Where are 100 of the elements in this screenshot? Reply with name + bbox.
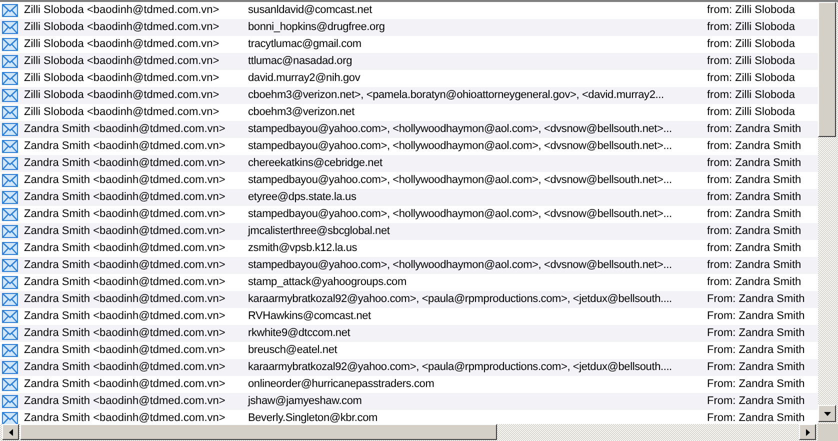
- envelope-icon: [2, 38, 18, 51]
- envelope-icon: [2, 361, 18, 374]
- scroll-down-button[interactable]: [818, 405, 836, 422]
- sender-cell-text: Zandra Smith <baodinh@tdmed.com.vn>: [24, 139, 226, 154]
- sender-cell-text: Zandra Smith <baodinh@tdmed.com.vn>: [24, 224, 226, 239]
- sender-cell-text: Zandra Smith <baodinh@tdmed.com.vn>: [24, 190, 226, 205]
- recipient-cell-text: stampedbayou@yahoo.com>, <hollywoodhaymon@aol.com>, <dvsnow@bellsouth.net>...: [248, 139, 673, 154]
- subject-cell-text: from: Zilli Sloboda: [707, 88, 796, 103]
- subject-cell-text: from: Zandra Smith: [707, 258, 802, 273]
- recipient-cell-text: bonni_hopkins@drugfree.org: [248, 20, 386, 35]
- envelope-icon: [2, 89, 18, 102]
- envelope-icon: [2, 55, 18, 68]
- scrollbar-thumb[interactable]: [818, 2, 836, 137]
- sender-cell-text: Zilli Sloboda <baodinh@tdmed.com.vn>: [24, 3, 220, 18]
- recipient-cell-text: tracytlumac@gmail.com: [248, 37, 362, 52]
- envelope-icon: [2, 191, 18, 204]
- envelope-icon: [2, 344, 18, 357]
- recipient-cell-text: jshaw@jamyeshaw.com: [248, 394, 363, 409]
- recipient-cell-text: chereekatkins@cebridge.net: [248, 156, 384, 171]
- envelope-icon: [2, 327, 18, 340]
- left-arrow-icon: [8, 428, 12, 436]
- subject-cell-text: from: Zilli Sloboda: [707, 105, 796, 120]
- subject-cell-text: from: Zilli Sloboda: [707, 3, 796, 18]
- subject-cell-text: from: Zilli Sloboda: [707, 71, 796, 86]
- recipient-cell-text: stampedbayou@yahoo.com>, <hollywoodhaymon@aol.com>, <dvsnow@bellsouth.net>...: [248, 173, 673, 188]
- sender-cell-text: Zilli Sloboda <baodinh@tdmed.com.vn>: [24, 71, 220, 86]
- subject-cell-text: from: Zandra Smith: [707, 207, 802, 222]
- vertical-scrollbar[interactable]: [818, 2, 838, 424]
- horizontal-scrollbar[interactable]: [0, 424, 818, 441]
- recipient-cell-text: stampedbayou@yahoo.com>, <hollywoodhaymon@aol.com>, <dvsnow@bellsouth.net>...: [248, 122, 673, 137]
- sender-cell-text: Zandra Smith <baodinh@tdmed.com.vn>: [24, 122, 226, 137]
- sender-cell-text: Zandra Smith <baodinh@tdmed.com.vn>: [24, 241, 226, 256]
- recipient-cell-text: etyree@dps.state.la.us: [248, 190, 358, 205]
- envelope-icon: [2, 310, 18, 323]
- subject-cell-text: from: Zilli Sloboda: [707, 54, 796, 69]
- subject-cell-text: from: Zandra Smith: [707, 122, 802, 137]
- sender-cell-text: Zandra Smith <baodinh@tdmed.com.vn>: [24, 207, 226, 222]
- envelope-icon: [2, 276, 18, 289]
- envelope-icon: [2, 72, 18, 85]
- recipient-cell-text: stampedbayou@yahoo.com>, <hollywoodhaymon@aol.com>, <dvsnow@bellsouth.net>...: [248, 207, 673, 222]
- sender-cell-text: Zandra Smith <baodinh@tdmed.com.vn>: [24, 258, 226, 273]
- recipient-cell-text: karaarmybratkozal92@yahoo.com>, <paula@rpmproductions.com>, <jetdux@bellsouth....: [248, 292, 673, 307]
- subject-cell-text: from: Zandra Smith: [707, 190, 802, 205]
- recipient-cell-text: zsmith@vpsb.k12.la.us: [248, 241, 358, 256]
- recipient-cell-text: stampedbayou@yahoo.com>, <hollywoodhaymon@aol.com>, <dvsnow@bellsouth.net>...: [248, 258, 673, 273]
- sender-cell-text: Zandra Smith <baodinh@tdmed.com.vn>: [24, 173, 226, 188]
- recipient-cell-text: breusch@eatel.net: [248, 343, 338, 358]
- envelope-icon: [2, 106, 18, 119]
- recipient-cell-text: david.murray2@nih.gov: [248, 71, 362, 86]
- recipient-cell-text: rkwhite9@dtccom.net: [248, 326, 352, 341]
- subject-cell-text: from: Zandra Smith: [707, 173, 802, 188]
- subject-cell-text: from: Zandra Smith: [707, 139, 802, 154]
- sender-cell-text: Zandra Smith <baodinh@tdmed.com.vn>: [24, 360, 226, 375]
- scroll-left-button[interactable]: [2, 424, 19, 440]
- sender-cell-text: Zandra Smith <baodinh@tdmed.com.vn>: [24, 326, 226, 341]
- sender-cell-text: Zilli Sloboda <baodinh@tdmed.com.vn>: [24, 88, 220, 103]
- subject-cell-text: From: Zandra Smith: [707, 343, 806, 358]
- envelope-icon: [2, 378, 18, 391]
- recipient-cell-text: karaarmybratkozal92@yahoo.com>, <paula@rpmproductions.com>, <jetdux@bellsouth....: [248, 360, 673, 375]
- scroll-right-button[interactable]: [799, 424, 816, 440]
- subject-cell-text: From: Zandra Smith: [707, 309, 806, 324]
- down-arrow-icon: [824, 412, 830, 416]
- sender-cell-text: Zandra Smith <baodinh@tdmed.com.vn>: [24, 343, 226, 358]
- envelope-icon: [2, 412, 18, 424]
- sender-cell-text: Zilli Sloboda <baodinh@tdmed.com.vn>: [24, 20, 220, 35]
- sender-cell-text: Zilli Sloboda <baodinh@tdmed.com.vn>: [24, 54, 220, 69]
- sender-cell-text: Zandra Smith <baodinh@tdmed.com.vn>: [24, 309, 226, 324]
- envelope-icon: [2, 123, 18, 136]
- recipient-cell-text: cboehm3@verizon.net: [248, 105, 356, 120]
- envelope-icon: [2, 174, 18, 187]
- envelope-icon: [2, 157, 18, 170]
- subject-cell-text: from: Zandra Smith: [707, 275, 802, 290]
- envelope-icon: [2, 259, 18, 272]
- subject-cell-text: From: Zandra Smith: [707, 377, 806, 392]
- subject-cell-text: From: Zandra Smith: [707, 326, 806, 341]
- sender-cell-text: Zandra Smith <baodinh@tdmed.com.vn>: [24, 156, 226, 171]
- recipient-cell-text: RVHawkins@comcast.net: [248, 309, 372, 324]
- subject-cell-text: from: Zilli Sloboda: [707, 37, 796, 52]
- recipient-cell-text: Beverly.Singleton@kbr.com: [248, 411, 378, 424]
- subject-cell-text: from: Zandra Smith: [707, 224, 802, 239]
- sender-cell-text: Zandra Smith <baodinh@tdmed.com.vn>: [24, 394, 226, 409]
- sender-cell-text: Zilli Sloboda <baodinh@tdmed.com.vn>: [24, 37, 220, 52]
- recipient-cell-text: cboehm3@verizon.net>, <pamela.boratyn@ohioattorneygeneral.gov>, <david.murray2...: [248, 88, 665, 103]
- subject-cell-text: from: Zandra Smith: [707, 241, 802, 256]
- subject-cell-text: From: Zandra Smith: [707, 411, 806, 424]
- subject-cell-text: From: Zandra Smith: [707, 394, 806, 409]
- scrollbar-thumb[interactable]: [20, 424, 497, 440]
- envelope-icon: [2, 4, 18, 17]
- envelope-icon: [2, 395, 18, 408]
- subject-cell-text: from: Zilli Sloboda: [707, 20, 796, 35]
- recipient-cell-text: stamp_attack@yahoogroups.com: [248, 275, 408, 290]
- subject-cell-text: from: Zandra Smith: [707, 156, 802, 171]
- recipient-cell-text: jmcalisterthree@sbcglobal.net: [248, 224, 391, 239]
- envelope-icon: [2, 208, 18, 221]
- sender-cell-text: Zandra Smith <baodinh@tdmed.com.vn>: [24, 275, 226, 290]
- sender-cell-text: Zandra Smith <baodinh@tdmed.com.vn>: [24, 292, 226, 307]
- envelope-icon: [2, 21, 18, 34]
- sender-cell-text: Zilli Sloboda <baodinh@tdmed.com.vn>: [24, 105, 220, 120]
- sender-cell-text: Zandra Smith <baodinh@tdmed.com.vn>: [24, 411, 226, 424]
- envelope-icon: [2, 293, 18, 306]
